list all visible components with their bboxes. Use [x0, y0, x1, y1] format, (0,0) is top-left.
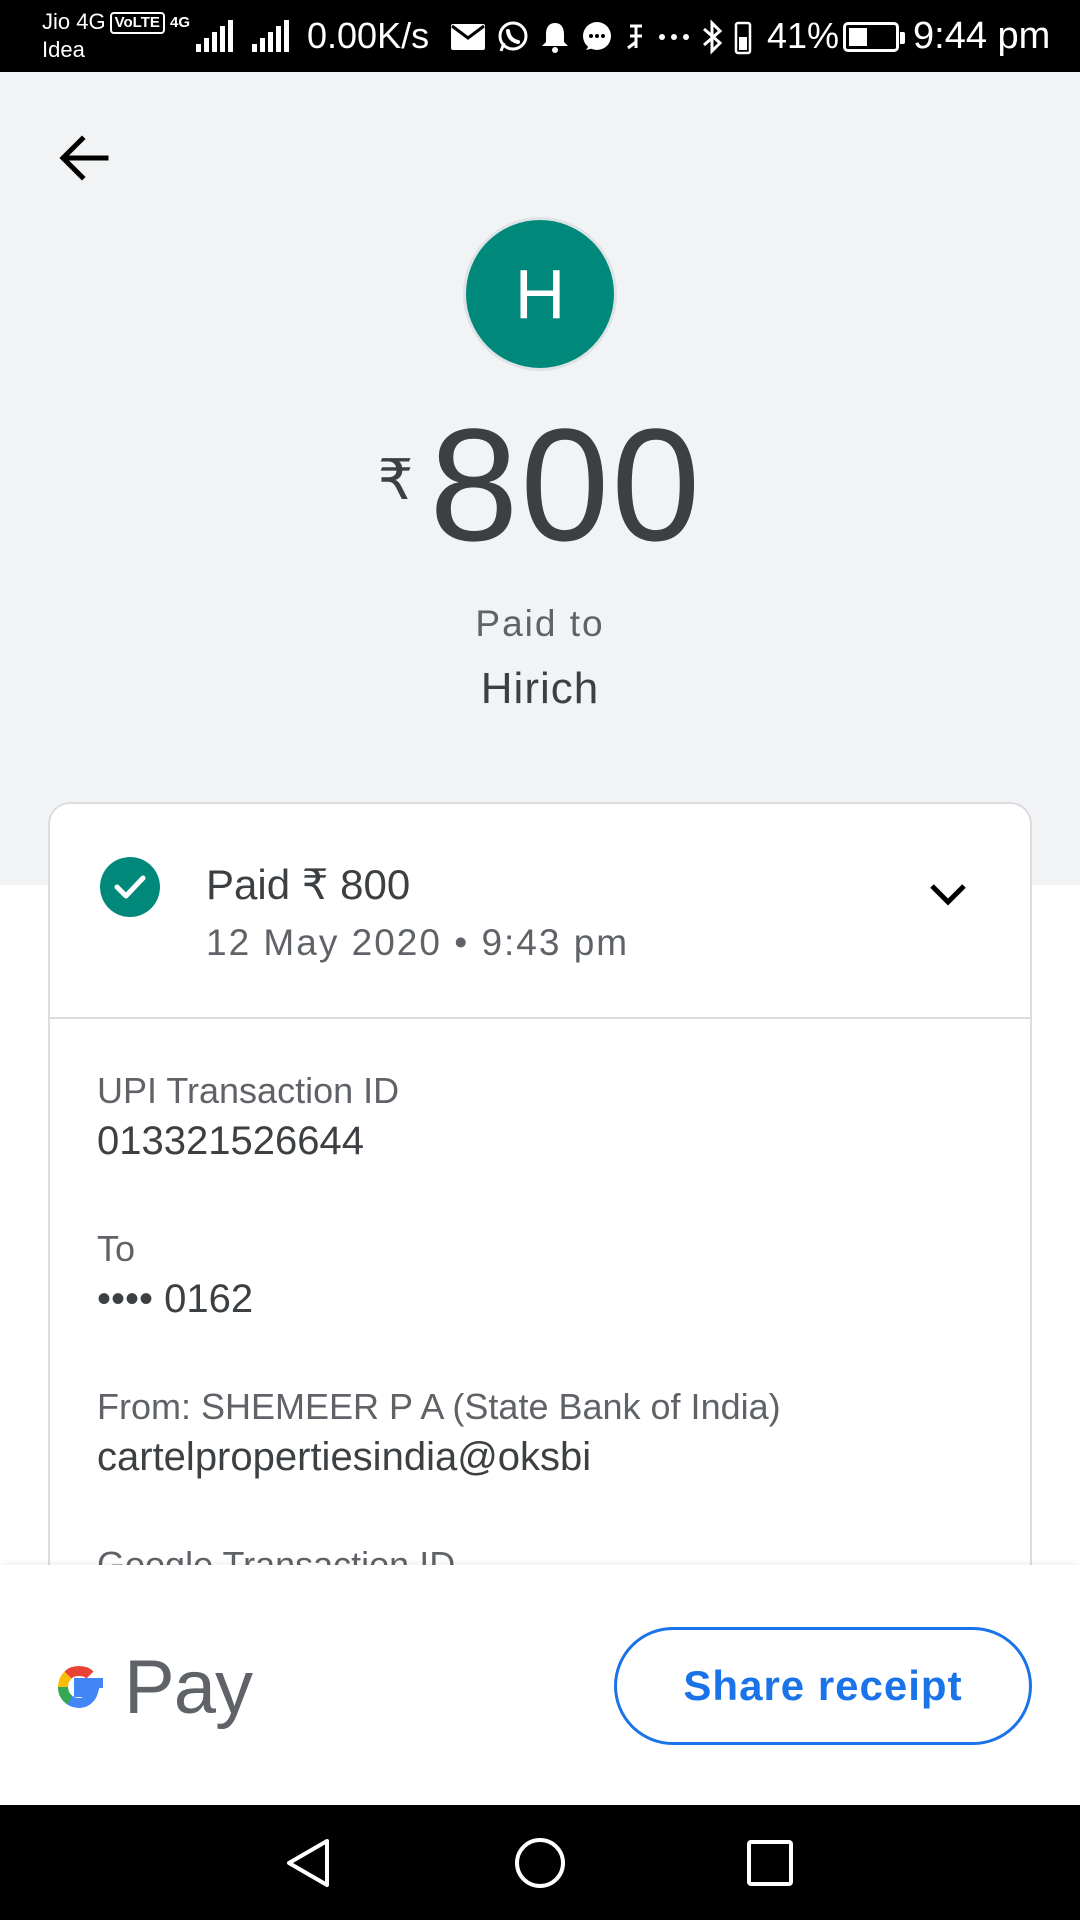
detail-label: To: [97, 1228, 136, 1269]
signal-strength-icon-2: [252, 18, 289, 52]
status-time: 9:44 pm: [913, 15, 1051, 57]
app-notification-icon: [627, 24, 642, 50]
payee-avatar: H: [463, 217, 617, 371]
bell-icon: [542, 23, 568, 53]
volte-badge: VoLTE: [109, 12, 165, 34]
whatsapp-icon: [498, 21, 528, 52]
carrier-info: Jio 4G VoLTE Idea: [42, 8, 165, 64]
summary-datetime: 12 May 2020 • 9:43 pm: [206, 922, 630, 963]
summary-title: Paid ₹ 800: [206, 861, 411, 908]
status-bar: Jio 4G VoLTE Idea 4G 0.00K/s 41% 9:44 pm: [0, 0, 1080, 72]
signal-strength-icon: [196, 18, 233, 52]
google-pay-logo: Pay: [48, 1645, 253, 1730]
battery-icon: [843, 22, 905, 52]
receipt-footer: Pay Share receipt: [0, 1565, 1080, 1805]
nav-back-icon: [287, 1839, 329, 1887]
nav-home-icon: [515, 1838, 565, 1888]
detail-value: •••• 0162: [97, 1277, 254, 1321]
network-type-label: 4G: [170, 14, 191, 31]
google-g-icon: [58, 1665, 103, 1709]
nav-recents-icon: [747, 1840, 793, 1886]
carrier-secondary: Idea: [42, 37, 85, 62]
detail-value: cartelpropertiesindia@oksbi: [97, 1435, 592, 1479]
avatar-initial: H: [514, 255, 566, 333]
card-divider: [50, 1017, 1030, 1019]
payment-receipt-screen: Jio 4GVoLTE Idea 4G 0.00K/s 41% 9:44 pm: [0, 0, 1080, 1920]
chevron-down-icon: [930, 884, 966, 906]
network-speed: 0.00K/s: [307, 15, 430, 56]
amount-value: 800: [429, 395, 703, 574]
bluetooth-icon: [703, 19, 723, 55]
battery-percent: 41%: [767, 15, 840, 56]
share-receipt-button[interactable]: Share receipt: [614, 1627, 1032, 1745]
mail-icon: [451, 24, 485, 50]
detail-label: UPI Transaction ID: [97, 1070, 400, 1111]
system-navigation-bar: [0, 1805, 1080, 1920]
payee-name: Hirich: [480, 664, 600, 713]
back-button[interactable]: [48, 122, 120, 194]
transaction-summary[interactable]: Paid ₹ 800 12 May 2020 • 9:43 pm: [50, 804, 1030, 1018]
check-circle-icon: [100, 857, 160, 917]
nav-back-button[interactable]: [278, 1833, 338, 1893]
brand-text: Pay: [124, 1644, 253, 1730]
detail-upi-transaction-id: UPI Transaction ID 013321526644: [97, 1068, 399, 1168]
currency-symbol: ₹: [377, 448, 414, 511]
chat-bubble-icon: [583, 22, 611, 50]
more-notifications-icon: [659, 34, 689, 40]
arrow-left-icon: [59, 135, 109, 181]
detail-from-account: From: SHEMEER P A (State Bank of India) …: [97, 1384, 781, 1484]
payment-amount: ₹ 800: [0, 405, 1080, 565]
nav-home-button[interactable]: [510, 1833, 570, 1893]
detail-label: From: SHEMEER P A (State Bank of India): [97, 1386, 781, 1427]
detail-value[interactable]: 013321526644: [97, 1114, 399, 1168]
vibrate-battery-icon: [734, 21, 752, 55]
detail-to-account: To •••• 0162: [97, 1226, 253, 1326]
nav-recents-button[interactable]: [740, 1833, 800, 1893]
expand-button[interactable]: [920, 866, 976, 922]
paid-to-label: Paid to: [475, 603, 605, 644]
carrier-primary: Jio 4G: [42, 9, 106, 34]
notification-icons: [450, 18, 752, 56]
